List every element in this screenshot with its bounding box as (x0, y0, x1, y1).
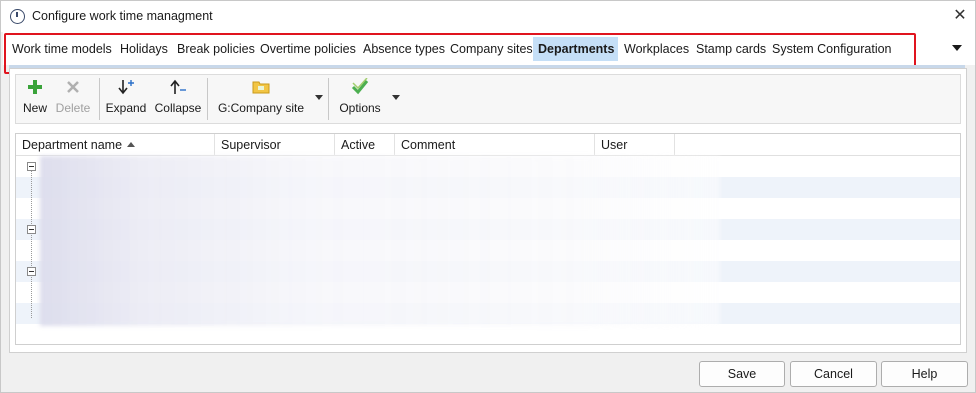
expand-button[interactable]: Expand (105, 78, 147, 120)
collapse-arrow-icon (169, 78, 187, 96)
redacted-content (40, 156, 720, 326)
tab-departments[interactable]: Departments (533, 37, 618, 61)
tab-holidays[interactable]: Holidays (115, 37, 173, 61)
column-header-user[interactable]: User (595, 134, 675, 156)
departments-table: Department name Supervisor Active Commen… (15, 133, 961, 345)
company-site-button[interactable]: G:Company site (215, 78, 307, 120)
tab-stamp-cards[interactable]: Stamp cards (691, 37, 771, 61)
column-header-label: Department name (22, 138, 123, 152)
window-title: Configure work time managment (32, 9, 213, 23)
column-header-department-name[interactable]: Department name (16, 134, 215, 156)
clock-icon (10, 9, 25, 24)
tab-company-sites[interactable]: Company sites (445, 37, 538, 61)
company-site-chevron-down-icon[interactable] (315, 93, 325, 103)
expand-label: Expand (105, 101, 147, 115)
tab-system-configuration[interactable]: System Configuration (767, 37, 897, 61)
column-header-supervisor[interactable]: Supervisor (215, 134, 335, 156)
collapse-node-minus-icon[interactable] (27, 225, 36, 234)
tab-overtime-policies[interactable]: Overtime policies (255, 37, 361, 61)
folder-icon (252, 78, 270, 96)
cancel-button[interactable]: Cancel (790, 361, 877, 387)
tab-work-time-models[interactable]: Work time models (7, 37, 117, 61)
new-label: New (22, 101, 47, 115)
toolbar-separator (99, 78, 100, 120)
expand-arrow-icon (117, 78, 135, 96)
tab-break-policies[interactable]: Break policies (172, 37, 260, 61)
delete-x-icon (64, 78, 82, 96)
options-label: Options (339, 101, 381, 115)
dialog-window: Configure work time managment ✕ Work tim… (0, 0, 976, 393)
save-button[interactable]: Save (699, 361, 785, 387)
plus-icon (26, 78, 44, 96)
collapse-node-minus-icon[interactable] (27, 267, 36, 276)
tab-workplaces[interactable]: Workplaces (619, 37, 694, 61)
toolbar-separator (328, 78, 329, 120)
departments-panel: New Delete Expand Collapse G:Company sit… (9, 68, 967, 353)
options-button[interactable]: Options (336, 77, 384, 120)
new-button[interactable]: New (20, 78, 50, 120)
table-header: Department name Supervisor Active Commen… (16, 134, 960, 156)
column-header-active[interactable]: Active (335, 134, 395, 156)
checkmark-icon (351, 77, 369, 96)
collapse-label: Collapse (154, 101, 202, 115)
collapse-node-minus-icon[interactable] (27, 162, 36, 171)
title-bar: Configure work time managment ✕ (1, 1, 975, 32)
close-icon[interactable]: ✕ (951, 6, 969, 26)
company-site-label: G:Company site (217, 101, 305, 115)
delete-button[interactable]: Delete (54, 78, 92, 120)
delete-label: Delete (55, 101, 91, 115)
toolbar: New Delete Expand Collapse G:Company sit… (15, 74, 961, 124)
options-chevron-down-icon[interactable] (392, 93, 402, 103)
tab-strip: Work time models Holidays Break policies… (3, 32, 975, 74)
tree-connector-line (31, 168, 32, 318)
tab-overflow-chevron-down-icon[interactable] (950, 41, 964, 55)
collapse-button[interactable]: Collapse (153, 78, 203, 120)
sort-ascending-icon (127, 142, 136, 147)
toolbar-separator (207, 78, 208, 120)
column-header-comment[interactable]: Comment (395, 134, 595, 156)
tab-absence-types[interactable]: Absence types (358, 37, 450, 61)
help-button[interactable]: Help (881, 361, 968, 387)
